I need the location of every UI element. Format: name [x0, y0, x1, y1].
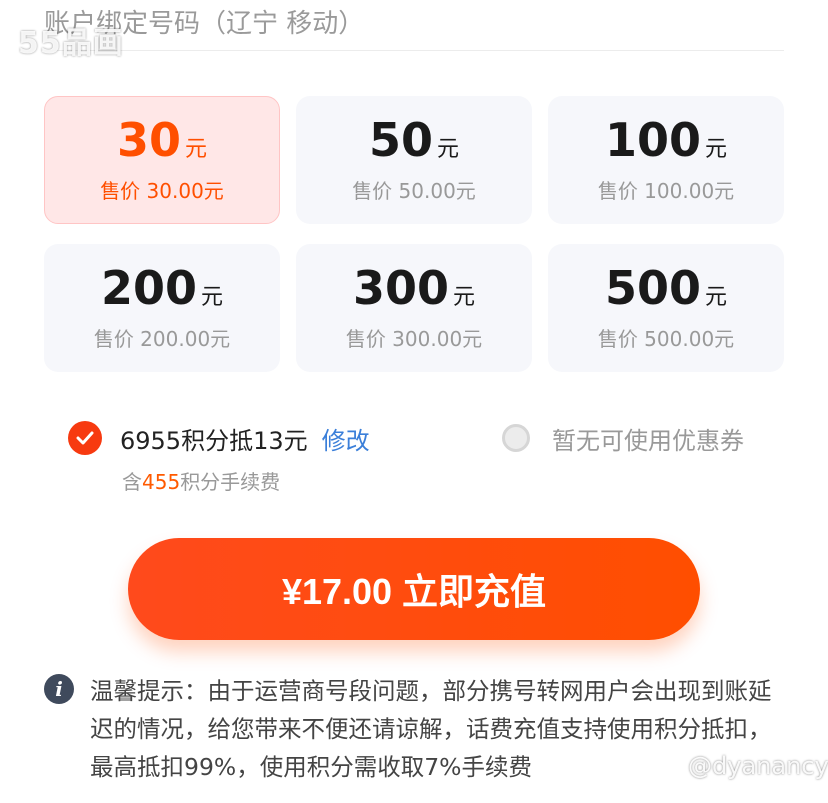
sale-price: 售价 100.00元	[597, 178, 735, 203]
amount-line: 100 元	[605, 117, 727, 163]
amount-value: 50	[368, 112, 433, 167]
warm-tip: i 温馨提示：由于运营商号段问题，部分携号转网用户会出现到账延迟的情况，给您带来…	[44, 672, 784, 786]
points-deduction-row: 6955积分抵13元 修改	[68, 420, 370, 456]
amount-line: 200 元	[101, 265, 223, 311]
recharge-option-30[interactable]: 30 元 售价 30.00元	[44, 96, 280, 224]
sale-price: 售价 500.00元	[597, 326, 735, 351]
recharge-options-grid: 30 元 售价 30.00元 50 元 售价 50.00元 100 元 售价 1…	[44, 96, 784, 372]
sale-price: 售价 30.00元	[100, 178, 224, 203]
amount-value: 500	[604, 260, 701, 315]
watermark-logo: 55品画	[18, 26, 124, 61]
amount-line: 50 元	[369, 117, 459, 163]
amount-line: 500 元	[605, 265, 727, 311]
account-number-line: 账户绑定号码（辽宁 移动）	[44, 6, 784, 51]
amount-unit: 元	[201, 284, 224, 310]
info-icon: i	[44, 674, 74, 704]
checkmark-icon[interactable]	[68, 421, 102, 455]
fee-prefix: 含	[122, 470, 142, 494]
amount-value: 30	[116, 112, 181, 167]
points-fee-note: 含455积分手续费	[122, 466, 280, 495]
recharge-option-50[interactable]: 50 元 售价 50.00元	[296, 96, 532, 224]
sale-price: 售价 300.00元	[345, 326, 483, 351]
amount-unit: 元	[185, 136, 208, 162]
sale-price: 售价 200.00元	[93, 326, 231, 351]
amount-unit: 元	[453, 284, 476, 310]
amount-value: 200	[100, 260, 197, 315]
recharge-option-500[interactable]: 500 元 售价 500.00元	[548, 244, 784, 372]
sale-price: 售价 50.00元	[352, 178, 476, 203]
fee-suffix: 积分手续费	[180, 470, 281, 494]
recharge-option-200[interactable]: 200 元 售价 200.00元	[44, 244, 280, 372]
amount-unit: 元	[437, 136, 460, 162]
watermark-username: @dyanancy	[688, 752, 828, 780]
points-deduction-label: 6955积分抵13元	[120, 426, 308, 455]
amount-value: 300	[352, 260, 449, 315]
radio-unchecked-icon[interactable]	[502, 424, 530, 452]
amount-unit: 元	[705, 284, 728, 310]
checkmark-glyph	[76, 431, 94, 445]
modify-points-link[interactable]: 修改	[322, 421, 370, 456]
coupon-label: 暂无可使用优惠券	[552, 426, 744, 455]
amount-line: 300 元	[353, 265, 475, 311]
warm-tip-text: 温馨提示：由于运营商号段问题，部分携号转网用户会出现到账延迟的情况，给您带来不便…	[90, 677, 772, 781]
amount-value: 100	[604, 112, 701, 167]
fee-value: 455	[142, 470, 181, 494]
recharge-now-button[interactable]: ¥17.00 立即充值	[128, 538, 700, 640]
amount-unit: 元	[705, 136, 728, 162]
amount-line: 30 元	[117, 117, 207, 163]
recharge-option-100[interactable]: 100 元 售价 100.00元	[548, 96, 784, 224]
coupon-row[interactable]: 暂无可使用优惠券	[502, 420, 744, 456]
recharge-option-300[interactable]: 300 元 售价 300.00元	[296, 244, 532, 372]
